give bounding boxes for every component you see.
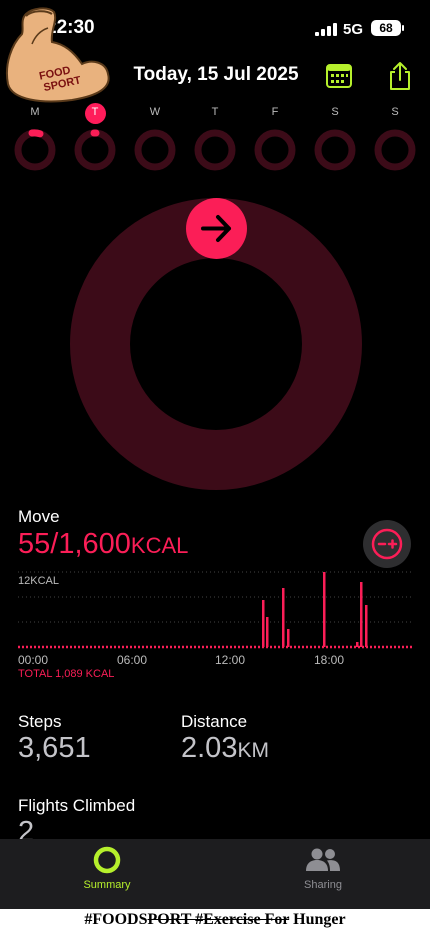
day-label[interactable]: S bbox=[380, 106, 410, 118]
day-label[interactable]: W bbox=[140, 106, 170, 118]
day-ring[interactable] bbox=[13, 128, 57, 172]
activity-bar bbox=[266, 617, 269, 647]
tick-label: 12:00 bbox=[215, 653, 246, 667]
tab-sharing[interactable]: Sharing bbox=[276, 846, 370, 898]
distance-label: Distance bbox=[181, 712, 248, 731]
activity-bar bbox=[356, 642, 359, 647]
day-ring[interactable] bbox=[73, 128, 117, 172]
day-label[interactable]: T bbox=[80, 106, 110, 118]
day-label[interactable]: M bbox=[20, 106, 50, 118]
network-type: 5G bbox=[343, 21, 364, 38]
share-icon[interactable] bbox=[387, 61, 413, 91]
battery-tip bbox=[402, 25, 404, 31]
activity-bar bbox=[323, 572, 326, 647]
move-unit: KCAL bbox=[130, 533, 189, 558]
steps-value: 3,651 bbox=[18, 732, 91, 764]
people-icon bbox=[306, 848, 340, 871]
total-kcal: TOTAL 1,089 KCAL bbox=[18, 668, 115, 680]
day-label[interactable]: F bbox=[260, 106, 290, 118]
battery-indicator: 68 bbox=[371, 20, 401, 36]
steps-label: Steps bbox=[18, 712, 62, 731]
day-label[interactable]: S bbox=[320, 106, 350, 118]
foodsport-logo: FOOD SPORT bbox=[6, 7, 110, 103]
day-label[interactable]: T bbox=[200, 106, 230, 118]
signal-icon bbox=[315, 23, 337, 36]
distance-unit: KM bbox=[237, 739, 269, 762]
move-goal-button[interactable] bbox=[363, 520, 411, 568]
day-ring[interactable] bbox=[313, 128, 357, 172]
move-value: 55/1,600KCAL bbox=[18, 528, 189, 560]
tab-summary-label: Summary bbox=[83, 879, 131, 891]
move-chart bbox=[18, 571, 414, 649]
activity-bar bbox=[360, 582, 363, 647]
day-ring[interactable] bbox=[133, 128, 177, 172]
tab-summary[interactable]: Summary bbox=[60, 846, 154, 898]
hashtag-banner: #FOODSPORT #Exercise For Hunger bbox=[0, 909, 430, 931]
move-label: Move bbox=[18, 507, 60, 526]
tab-sharing-label: Sharing bbox=[304, 879, 342, 891]
day-ring[interactable] bbox=[253, 128, 297, 172]
calendar-icon[interactable] bbox=[326, 64, 352, 88]
activity-bar bbox=[365, 605, 368, 647]
activity-bar bbox=[282, 588, 285, 647]
arrow-right-icon bbox=[186, 198, 247, 259]
tick-label: 18:00 bbox=[314, 653, 345, 667]
activity-rings-icon bbox=[93, 846, 121, 874]
tick-label: 00:00 bbox=[18, 653, 49, 667]
activity-bar bbox=[262, 600, 265, 647]
tick-label: 06:00 bbox=[117, 653, 148, 667]
distance-value: 2.03KM bbox=[181, 732, 269, 764]
day-ring[interactable] bbox=[193, 128, 237, 172]
activity-bar bbox=[287, 629, 290, 647]
day-ring[interactable] bbox=[373, 128, 417, 172]
flights-label: Flights Climbed bbox=[18, 796, 136, 815]
